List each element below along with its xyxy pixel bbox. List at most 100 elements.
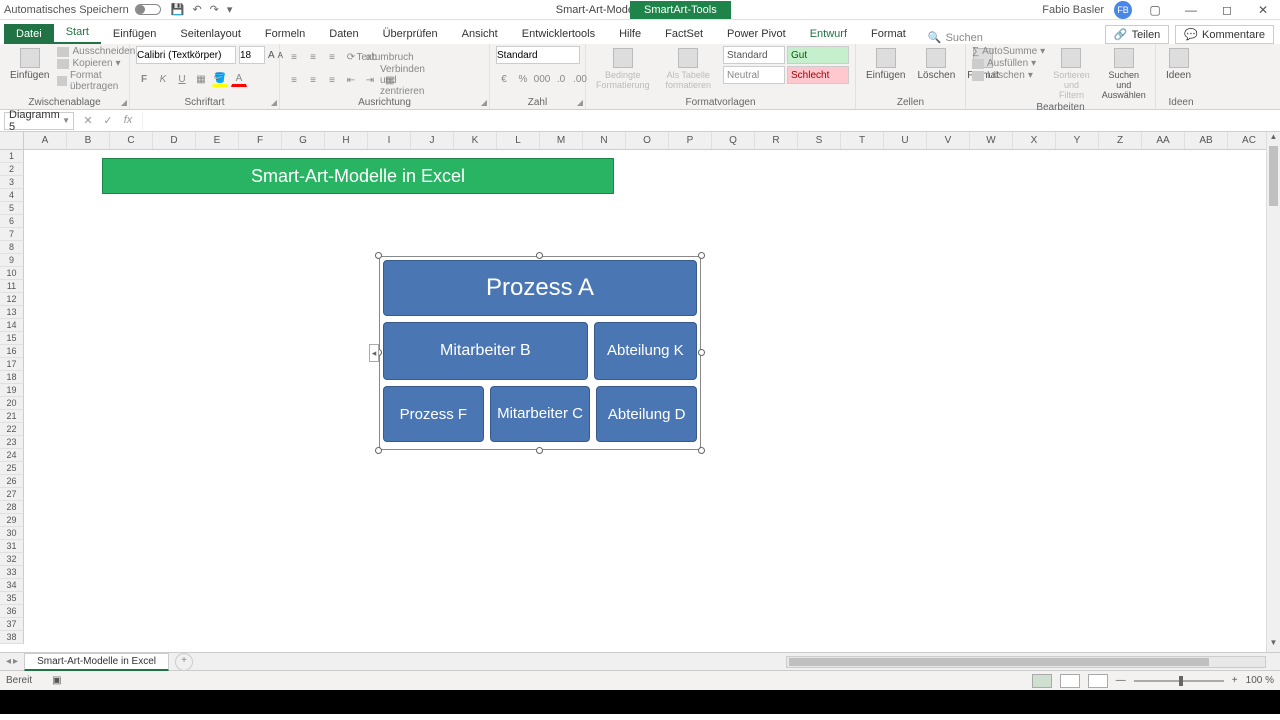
style-schlecht[interactable]: Schlecht (787, 66, 849, 84)
clipboard-launcher-icon[interactable]: ◢ (121, 98, 127, 107)
column-header[interactable]: D (153, 132, 196, 149)
fill-button[interactable]: Ausfüllen ▾ (972, 58, 1045, 69)
format-painter-button[interactable]: Format übertragen (57, 70, 135, 92)
zoom-knob[interactable] (1179, 676, 1183, 686)
row-header[interactable]: 8 (0, 241, 24, 254)
column-header[interactable]: I (368, 132, 411, 149)
row-header[interactable]: 31 (0, 540, 24, 553)
column-header[interactable]: H (325, 132, 368, 149)
find-select-button[interactable]: Suchen und Auswählen (1098, 46, 1150, 102)
column-header[interactable]: AB (1185, 132, 1228, 149)
column-header[interactable]: M (540, 132, 583, 149)
row-header[interactable]: 5 (0, 202, 24, 215)
formula-input[interactable] (142, 112, 1280, 130)
row-header[interactable]: 4 (0, 189, 24, 202)
row-header[interactable]: 34 (0, 579, 24, 592)
row-header[interactable]: 19 (0, 384, 24, 397)
row-header[interactable]: 26 (0, 475, 24, 488)
column-header[interactable]: E (196, 132, 239, 149)
style-neutral[interactable]: Neutral (723, 66, 785, 84)
row-header[interactable]: 10 (0, 267, 24, 280)
column-header[interactable]: W (970, 132, 1013, 149)
row-header[interactable]: 1 (0, 150, 24, 163)
cancel-formula-icon[interactable]: ✕ (80, 114, 96, 127)
row-header[interactable]: 38 (0, 631, 24, 644)
font-launcher-icon[interactable]: ◢ (271, 98, 277, 107)
column-header[interactable]: J (411, 132, 454, 149)
zoom-level[interactable]: 100 % (1246, 675, 1274, 686)
view-normal-button[interactable] (1032, 674, 1052, 688)
number-launcher-icon[interactable]: ◢ (577, 98, 583, 107)
align-center-icon[interactable]: ≡ (305, 72, 321, 88)
zoom-out-button[interactable]: — (1116, 675, 1126, 686)
tab-powerpivot[interactable]: Power Pivot (715, 24, 798, 44)
smartart-node-ad[interactable]: Abteilung D (596, 386, 697, 442)
handle-br[interactable] (698, 447, 705, 454)
toggle-icon[interactable] (135, 4, 161, 15)
autosum-button[interactable]: ∑AutoSumme ▾ (972, 46, 1045, 57)
cell-styles-gallery[interactable]: Standard Gut Neutral Schlecht (723, 46, 849, 84)
row-header[interactable]: 23 (0, 436, 24, 449)
macro-record-icon[interactable]: ▣ (52, 675, 61, 686)
sheet-tab-active[interactable]: Smart-Art-Modelle in Excel (24, 653, 169, 671)
align-middle-icon[interactable]: ≡ (305, 49, 321, 65)
ribbon-display-icon[interactable]: ▢ (1142, 3, 1168, 17)
column-header[interactable]: P (669, 132, 712, 149)
row-header[interactable]: 16 (0, 345, 24, 358)
column-header[interactable]: Q (712, 132, 755, 149)
row-header[interactable]: 15 (0, 332, 24, 345)
name-box[interactable]: Diagramm 5▼ (4, 112, 74, 130)
tab-daten[interactable]: Daten (317, 24, 370, 44)
title-shape[interactable]: Smart-Art-Modelle in Excel (102, 158, 614, 194)
column-header[interactable]: S (798, 132, 841, 149)
row-header[interactable]: 32 (0, 553, 24, 566)
redo-icon[interactable]: ↷ (210, 3, 219, 16)
add-sheet-button[interactable]: + (175, 653, 193, 671)
comments-button[interactable]: 💬Kommentare (1175, 25, 1274, 44)
column-header[interactable]: K (454, 132, 497, 149)
thousands-icon[interactable]: 000 (534, 71, 550, 87)
row-header[interactable]: 9 (0, 254, 24, 267)
column-header[interactable]: C (110, 132, 153, 149)
row-header[interactable]: 30 (0, 527, 24, 540)
percent-icon[interactable]: % (515, 71, 531, 87)
column-header[interactable]: Y (1056, 132, 1099, 149)
tab-seitenlayout[interactable]: Seitenlayout (168, 24, 253, 44)
row-header[interactable]: 29 (0, 514, 24, 527)
column-header[interactable]: B (67, 132, 110, 149)
smartart-diagram[interactable]: ◂ Prozess A Mitarbeiter B Abteilung K Pr… (379, 256, 701, 450)
row-header[interactable]: 12 (0, 293, 24, 306)
user-avatar[interactable]: FB (1114, 1, 1132, 19)
row-header[interactable]: 3 (0, 176, 24, 189)
align-right-icon[interactable]: ≡ (324, 72, 340, 88)
vertical-scrollbar[interactable]: ▲ ▼ (1266, 132, 1280, 652)
sheet-nav-first-icon[interactable]: ◂ (6, 656, 11, 667)
cut-button[interactable]: Ausschneiden (57, 46, 135, 57)
column-header[interactable]: L (497, 132, 540, 149)
font-name-select[interactable] (136, 46, 236, 64)
tab-file[interactable]: Datei (4, 24, 54, 44)
minimize-icon[interactable]: — (1178, 3, 1204, 17)
font-size-select[interactable] (239, 46, 265, 64)
delete-cells-button[interactable]: Löschen (913, 46, 959, 83)
smartart-node-mb[interactable]: Mitarbeiter B (383, 322, 588, 380)
share-button[interactable]: 🔗Teilen (1105, 25, 1169, 44)
currency-icon[interactable]: € (496, 71, 512, 87)
column-header[interactable]: U (884, 132, 927, 149)
handle-tm[interactable] (536, 252, 543, 259)
tab-start[interactable]: Start (54, 22, 101, 44)
italic-button[interactable]: K (155, 71, 171, 87)
column-header[interactable]: F (239, 132, 282, 149)
column-header[interactable]: V (927, 132, 970, 149)
row-header[interactable]: 7 (0, 228, 24, 241)
row-header[interactable]: 35 (0, 592, 24, 605)
sort-filter-button[interactable]: Sortieren und Filtern (1049, 46, 1094, 102)
column-header[interactable]: N (583, 132, 626, 149)
user-name[interactable]: Fabio Basler (1042, 4, 1104, 16)
smartart-node-ak[interactable]: Abteilung K (594, 322, 697, 380)
handle-tr[interactable] (698, 252, 705, 259)
save-icon[interactable]: 💾 (171, 3, 185, 16)
bold-button[interactable]: F (136, 71, 152, 87)
row-header[interactable]: 17 (0, 358, 24, 371)
tab-ansicht[interactable]: Ansicht (450, 24, 510, 44)
